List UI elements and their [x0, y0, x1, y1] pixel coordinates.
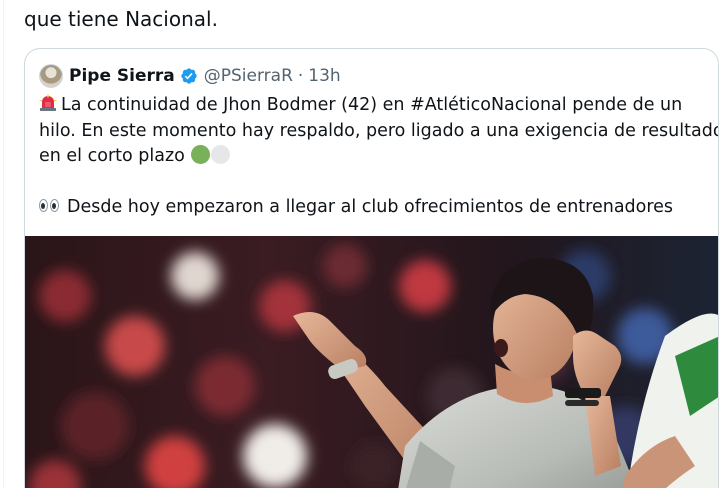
body-text-3: en el corto plazo — [39, 146, 185, 166]
body-text-1: La continuidad de Jhon Bodmer (42) en #A… — [61, 95, 683, 115]
tweet-text: que tiene Nacional. — [24, 7, 218, 31]
body-line-1: La continuidad de Jhon Bodmer (42) en #A… — [39, 93, 707, 119]
body-spacer — [39, 170, 707, 196]
tweet-timestamp[interactable]: 13h — [308, 66, 340, 86]
avatar[interactable] — [39, 64, 63, 88]
author-handle[interactable]: @PSierraR — [204, 66, 293, 86]
verified-badge-icon — [181, 68, 197, 84]
quoted-tweet-card[interactable]: Pipe Sierra @PSierraR · 13h La continuid… — [24, 48, 719, 488]
tweet-media-photo[interactable] — [25, 236, 718, 488]
white-circle-emoji-icon — [210, 145, 230, 164]
author-name[interactable]: Pipe Sierra — [69, 66, 175, 86]
green-circle-emoji-icon — [190, 145, 210, 164]
body-text-2: hilo. En este momento hay respaldo, pero… — [39, 120, 719, 141]
body-line-4: Desde hoy empezaron a llegar al club ofr… — [39, 195, 707, 221]
timeline-page: que tiene Nacional. Pipe Sierra @PSierra… — [0, 0, 728, 488]
eyes-emoji-icon — [39, 199, 61, 213]
header-separator: · — [297, 66, 304, 86]
body-text-4: Desde hoy empezaron a llegar al club ofr… — [67, 197, 674, 217]
photo-illustration — [25, 236, 718, 488]
quoted-tweet-header: Pipe Sierra @PSierraR · 13h — [39, 63, 341, 89]
body-line-3: en el corto plazo — [39, 144, 707, 170]
siren-emoji-icon — [39, 94, 57, 111]
timeline-divider — [3, 0, 4, 488]
quoted-tweet-body: La continuidad de Jhon Bodmer (42) en #A… — [39, 93, 719, 221]
